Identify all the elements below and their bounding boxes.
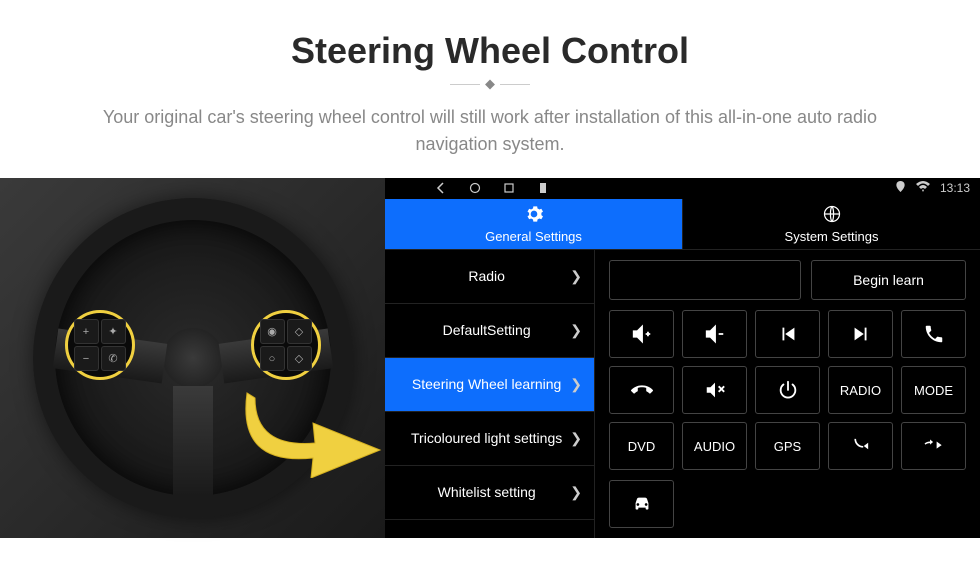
page-title: Steering Wheel Control: [40, 30, 940, 72]
menu-item-radio[interactable]: Radio ❯: [385, 250, 594, 304]
tab-general-settings[interactable]: General Settings: [385, 199, 682, 250]
call-next-button[interactable]: [901, 422, 966, 470]
down-icon: ◇: [287, 346, 312, 371]
call-previous-button[interactable]: [828, 422, 893, 470]
sd-card-icon: [537, 182, 549, 194]
settings-menu: Radio ❯ DefaultSetting ❯ Steering Wheel …: [385, 250, 595, 538]
voice-icon: ✦: [101, 319, 126, 344]
chevron-right-icon: ❯: [570, 430, 582, 447]
cycle-icon: ○: [260, 346, 285, 371]
car-button[interactable]: [609, 480, 674, 528]
page-subtitle: Your original car's steering wheel contr…: [60, 104, 920, 158]
up-icon: ◇: [287, 319, 312, 344]
volume-down-button[interactable]: [682, 310, 747, 358]
plus-icon: +: [74, 319, 99, 344]
learning-display-field: [609, 260, 801, 300]
menu-item-tricoloured-light[interactable]: Tricoloured light settings ❯: [385, 412, 594, 466]
call-button[interactable]: [901, 310, 966, 358]
menu-item-default-setting[interactable]: DefaultSetting ❯: [385, 304, 594, 358]
globe-icon: [821, 203, 843, 225]
gps-pin-icon: [895, 181, 906, 195]
begin-learn-button[interactable]: Begin learn: [811, 260, 966, 300]
title-divider: [450, 84, 530, 86]
gps-button[interactable]: GPS: [755, 422, 820, 470]
recent-icon[interactable]: [503, 182, 515, 194]
steering-button-cluster-right: ◉ ◇ ○ ◇: [251, 310, 321, 380]
wifi-icon: [916, 181, 930, 195]
phone-icon: ✆: [101, 346, 126, 371]
menu-item-steering-wheel-learning[interactable]: Steering Wheel learning ❯: [385, 358, 594, 412]
steering-button-cluster-left: + ✦ − ✆: [65, 310, 135, 380]
status-bar: 13:13: [385, 178, 980, 199]
arrow-callout-icon: [245, 388, 385, 478]
head-unit-screen: 13:13 General Settings System Settings R…: [385, 178, 980, 538]
back-icon[interactable]: [435, 182, 447, 194]
tab-label: General Settings: [485, 229, 582, 244]
mute-button[interactable]: [682, 366, 747, 414]
gear-icon: [523, 203, 545, 225]
minus-icon: −: [74, 346, 99, 371]
chevron-right-icon: ❯: [570, 322, 582, 339]
home-icon[interactable]: [469, 182, 481, 194]
next-track-button[interactable]: [828, 310, 893, 358]
steering-wheel-photo: + ✦ − ✆ ◉ ◇ ○ ◇: [0, 178, 385, 538]
chevron-right-icon: ❯: [570, 376, 582, 393]
clock-time: 13:13: [940, 181, 970, 195]
chevron-right-icon: ❯: [570, 484, 582, 501]
source-icon: ◉: [260, 319, 285, 344]
dvd-button[interactable]: DVD: [609, 422, 674, 470]
power-button[interactable]: [755, 366, 820, 414]
mode-button[interactable]: MODE: [901, 366, 966, 414]
volume-up-button[interactable]: [609, 310, 674, 358]
menu-item-whitelist[interactable]: Whitelist setting ❯: [385, 466, 594, 520]
tab-label: System Settings: [785, 229, 879, 244]
tab-system-settings[interactable]: System Settings: [682, 199, 980, 250]
audio-button[interactable]: AUDIO: [682, 422, 747, 470]
chevron-right-icon: ❯: [570, 268, 582, 285]
radio-button[interactable]: RADIO: [828, 366, 893, 414]
previous-track-button[interactable]: [755, 310, 820, 358]
hangup-button[interactable]: [609, 366, 674, 414]
